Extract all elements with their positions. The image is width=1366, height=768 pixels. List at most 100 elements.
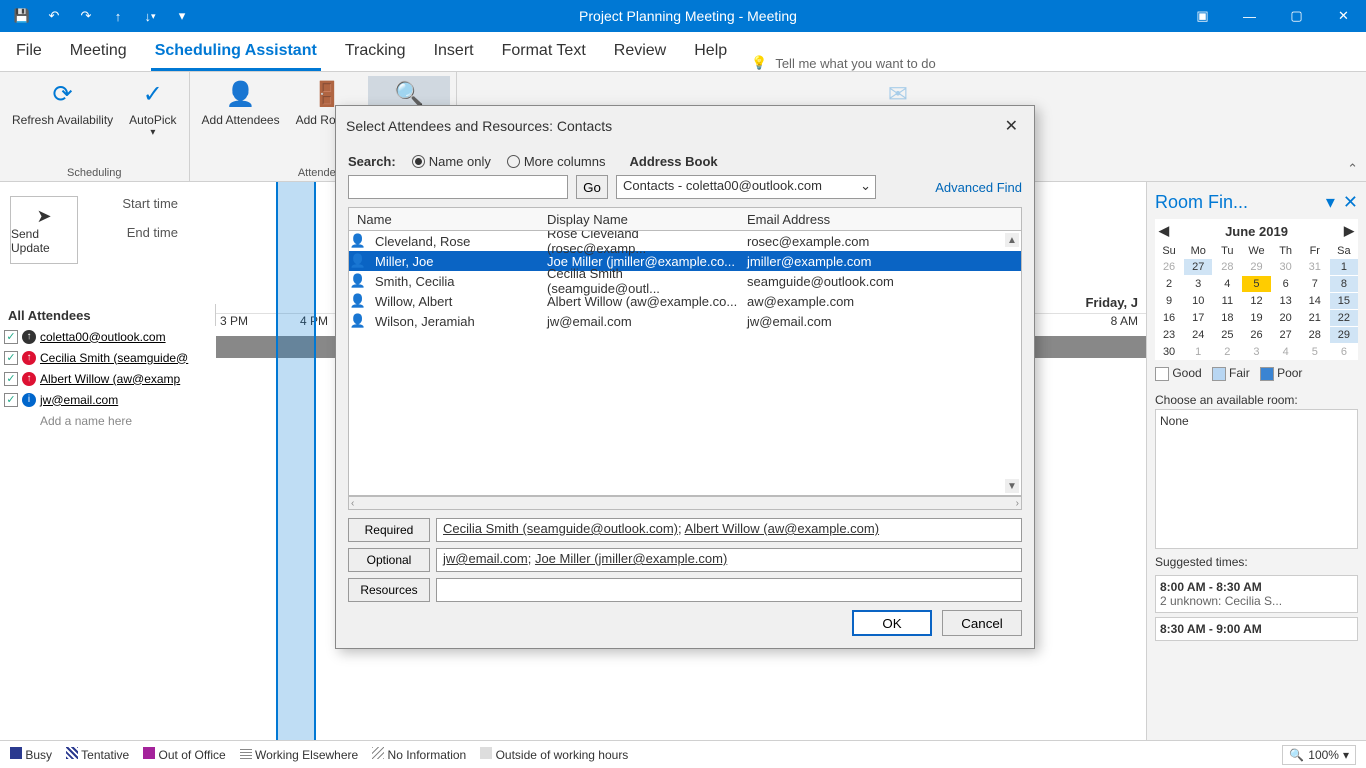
calendar-day[interactable]: 2	[1213, 344, 1241, 360]
attendee-name[interactable]: Albert Willow (aw@examp	[40, 372, 180, 386]
optional-field[interactable]: jw@email.com; Joe Miller (jmiller@exampl…	[436, 548, 1022, 572]
tell-me-search[interactable]: 💡 Tell me what you want to do	[751, 55, 936, 71]
scroll-down-icon[interactable]: ▼	[1005, 479, 1019, 493]
calendar-day[interactable]: 25	[1213, 327, 1241, 343]
optional-button[interactable]: Optional	[348, 548, 430, 572]
address-book-select[interactable]: Contacts - coletta00@outlook.com	[616, 175, 876, 199]
col-name[interactable]: Name	[349, 212, 539, 227]
calendar-day[interactable]: 5	[1301, 344, 1329, 360]
up-arrow-icon[interactable]: ↑	[104, 2, 132, 30]
advanced-find-link[interactable]: Advanced Find	[935, 180, 1022, 195]
search-input[interactable]	[348, 175, 568, 199]
calendar-day[interactable]: 24	[1184, 327, 1212, 343]
calendar-day[interactable]: 12	[1242, 293, 1270, 309]
checkbox-icon[interactable]: ✓	[4, 351, 18, 365]
col-email[interactable]: Email Address	[739, 212, 1021, 227]
contacts-list[interactable]: ▲ ▼ 👤Cleveland, RoseRose Cleveland (rose…	[348, 231, 1022, 496]
calendar-day[interactable]: 6	[1330, 344, 1358, 360]
calendar-day[interactable]: 26	[1155, 259, 1183, 275]
contact-row[interactable]: 👤Wilson, Jeramiahjw@email.comjw@email.co…	[349, 311, 1021, 331]
resources-field[interactable]	[436, 578, 1022, 602]
radio-name-only[interactable]	[412, 155, 425, 168]
calendar-day[interactable]: 16	[1155, 310, 1183, 326]
next-month-icon[interactable]: ▶	[1344, 223, 1354, 239]
calendar-day[interactable]: 8	[1330, 276, 1358, 292]
calendar-day[interactable]: 7	[1301, 276, 1329, 292]
calendar-day[interactable]: 6	[1272, 276, 1300, 292]
calendar-day[interactable]: 28	[1213, 259, 1241, 275]
dialog-close-icon[interactable]: ✕	[999, 114, 1024, 138]
attendee-row[interactable]: ✓↑coletta00@outlook.com	[0, 326, 216, 347]
calendar-day[interactable]: 22	[1330, 310, 1358, 326]
go-button[interactable]: Go	[576, 175, 608, 199]
tab-scheduling-assistant[interactable]: Scheduling Assistant	[151, 34, 321, 71]
calendar-day[interactable]: 31	[1301, 259, 1329, 275]
add-name-input[interactable]: Add a name here	[0, 410, 216, 431]
calendar-day[interactable]: 23	[1155, 327, 1183, 343]
calendar-day[interactable]: 1	[1330, 259, 1358, 275]
attendee-name[interactable]: coletta00@outlook.com	[40, 330, 166, 344]
close-icon[interactable]: ✕	[1321, 0, 1366, 32]
calendar-day[interactable]: 4	[1272, 344, 1300, 360]
calendar-day[interactable]: 27	[1184, 259, 1212, 275]
calendar-day[interactable]: 1	[1184, 344, 1212, 360]
prev-month-icon[interactable]: ◀	[1159, 223, 1169, 239]
suggested-time-item[interactable]: 8:00 AM - 8:30 AM2 unknown: Cecilia S...	[1155, 575, 1358, 613]
attendee-row[interactable]: ✓↑Albert Willow (aw@examp	[0, 368, 216, 389]
calendar-day[interactable]: 5	[1242, 276, 1270, 292]
tab-format-text[interactable]: Format Text	[498, 34, 590, 71]
ribbon-display-icon[interactable]: ▣	[1180, 0, 1225, 32]
suggested-time-item[interactable]: 8:30 AM - 9:00 AM	[1155, 617, 1358, 641]
time-selection-band[interactable]	[276, 182, 316, 740]
calendar-day[interactable]: 13	[1272, 293, 1300, 309]
calendar-day[interactable]: 9	[1155, 293, 1183, 309]
required-button[interactable]: Required	[348, 518, 430, 542]
attendee-row[interactable]: ✓ijw@email.com	[0, 389, 216, 410]
checkbox-icon[interactable]: ✓	[4, 330, 18, 344]
calendar-day[interactable]: 17	[1184, 310, 1212, 326]
scroll-up-icon[interactable]: ▲	[1005, 233, 1019, 247]
calendar-day[interactable]: 29	[1242, 259, 1270, 275]
checkbox-icon[interactable]: ✓	[4, 372, 18, 386]
calendar-day[interactable]: 4	[1213, 276, 1241, 292]
contact-row[interactable]: 👤Smith, CeciliaCecilia Smith (seamguide@…	[349, 271, 1021, 291]
calendar-day[interactable]: 3	[1184, 276, 1212, 292]
checkbox-icon[interactable]: ✓	[4, 393, 18, 407]
redo-icon[interactable]: ↷	[72, 2, 100, 30]
autopick-button[interactable]: ✓ AutoPick ▾	[123, 76, 182, 167]
radio-more-columns[interactable]	[507, 155, 520, 168]
tab-meeting[interactable]: Meeting	[66, 34, 131, 71]
calendar-day[interactable]: 18	[1213, 310, 1241, 326]
tab-file[interactable]: File	[12, 34, 46, 71]
save-icon[interactable]: 💾	[8, 2, 36, 30]
tab-insert[interactable]: Insert	[430, 34, 478, 71]
calendar-day[interactable]: 27	[1272, 327, 1300, 343]
tab-tracking[interactable]: Tracking	[341, 34, 410, 71]
attendee-name[interactable]: jw@email.com	[40, 393, 118, 407]
col-display-name[interactable]: Display Name	[539, 212, 739, 227]
room-list[interactable]: None	[1155, 409, 1358, 549]
calendar-day[interactable]: 29	[1330, 327, 1358, 343]
calendar-day[interactable]: 15	[1330, 293, 1358, 309]
calendar-day[interactable]: 19	[1242, 310, 1270, 326]
minimize-icon[interactable]: —	[1227, 0, 1272, 32]
required-field[interactable]: Cecilia Smith (seamguide@outlook.com); A…	[436, 518, 1022, 542]
calendar-day[interactable]: 21	[1301, 310, 1329, 326]
cancel-button[interactable]: Cancel	[942, 610, 1022, 636]
send-update-button[interactable]: ➤ Send Update	[10, 196, 78, 264]
calendar-day[interactable]: 28	[1301, 327, 1329, 343]
undo-icon[interactable]: ↶	[40, 2, 68, 30]
refresh-availability-button[interactable]: ⟳ Refresh Availability	[6, 76, 119, 167]
attendee-name[interactable]: Cecilia Smith (seamguide@	[40, 351, 188, 365]
tab-help[interactable]: Help	[690, 34, 731, 71]
ok-button[interactable]: OK	[852, 610, 932, 636]
maximize-icon[interactable]: ▢	[1274, 0, 1319, 32]
calendar-day[interactable]: 2	[1155, 276, 1183, 292]
calendar-day[interactable]: 26	[1242, 327, 1270, 343]
zoom-control[interactable]: 🔍 100% ▾	[1282, 745, 1356, 765]
calendar-day[interactable]: 30	[1272, 259, 1300, 275]
contact-row[interactable]: 👤Cleveland, RoseRose Cleveland (rosec@ex…	[349, 231, 1021, 251]
down-arrow-icon[interactable]: ↓▾	[136, 2, 164, 30]
calendar-day[interactable]: 11	[1213, 293, 1241, 309]
calendar-day[interactable]: 3	[1242, 344, 1270, 360]
